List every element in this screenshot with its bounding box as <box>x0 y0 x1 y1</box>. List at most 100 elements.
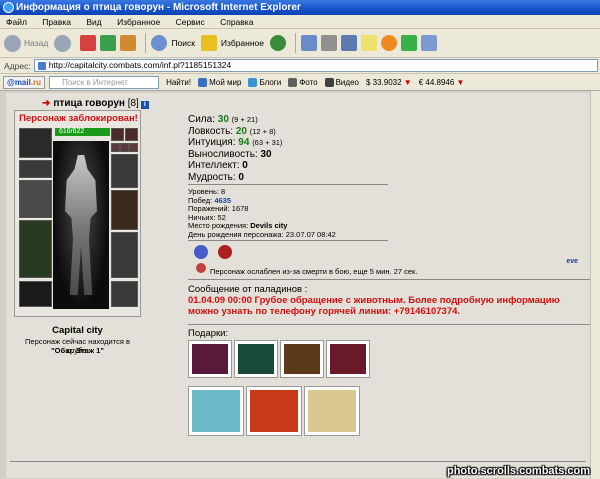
mailbar-item-photo[interactable]: Фото <box>288 77 318 87</box>
stop-icon[interactable] <box>80 35 97 51</box>
hp-bar: 616/622 <box>55 128 110 136</box>
down-arrow-icon: ▼ <box>456 77 465 87</box>
paladin-message: 01.04.09 00:00 Грубое обращение с животн… <box>188 295 560 317</box>
menu-edit[interactable]: Правка <box>42 17 71 27</box>
blocked-notice: Персонаж заблокирован! <box>19 113 138 124</box>
weakness-icon <box>196 263 206 273</box>
divider <box>10 461 586 462</box>
shield-slot[interactable] <box>111 190 138 230</box>
divider <box>188 240 388 241</box>
address-label: Адрес: <box>4 60 31 71</box>
character-page: ➜ птица говорун [8] i Персонаж заблокирова… <box>6 93 592 478</box>
star-icon <box>200 35 217 51</box>
at-icon[interactable] <box>381 35 397 51</box>
toolbar-separator <box>295 33 296 53</box>
divider <box>188 324 592 325</box>
search-button[interactable]: Поиск <box>151 35 195 51</box>
private-arrow-icon[interactable]: ➜ <box>42 98 50 109</box>
character-info: Уровень: 8 Побед: 4635 Поражений: 1678 Н… <box>188 187 336 239</box>
gift-image <box>284 344 320 374</box>
boots-slot[interactable] <box>111 281 138 307</box>
side-text: eve <box>566 258 578 265</box>
history-icon[interactable] <box>270 35 286 51</box>
favorites-button[interactable]: Избранное <box>200 35 264 51</box>
mailbar-item-mymir[interactable]: Мой мир <box>198 77 241 87</box>
mail-icon[interactable] <box>301 35 317 51</box>
gift-image <box>192 344 228 374</box>
amulet-slot[interactable] <box>125 128 138 141</box>
search-icon <box>151 35 168 51</box>
address-bar: Адрес: http://capitalcity.combats.com/in… <box>0 58 600 74</box>
city-name: Capital city <box>52 325 103 336</box>
armor-slot[interactable] <box>19 220 52 278</box>
refresh-icon[interactable] <box>100 35 117 51</box>
gift-image <box>330 344 366 374</box>
note-icon[interactable] <box>361 35 377 51</box>
back-button[interactable]: Назад <box>4 34 48 52</box>
search-label: Поиск <box>171 38 195 48</box>
menu-favorites[interactable]: Избранное <box>117 17 160 27</box>
watermark: photo.scrolls.combats.com <box>446 465 590 477</box>
ie-icon <box>3 2 14 13</box>
ring-slot[interactable] <box>111 143 120 152</box>
gifts-header: Подарки: <box>188 328 229 339</box>
clan-emblem-icon[interactable] <box>194 245 208 259</box>
gift-item[interactable] <box>280 340 324 378</box>
video-icon <box>324 77 334 87</box>
gift-item[interactable] <box>234 340 278 378</box>
menu-help[interactable]: Справка <box>220 17 253 27</box>
gift-item[interactable] <box>246 386 302 436</box>
tool-icon[interactable] <box>421 35 437 51</box>
mymir-icon <box>198 77 208 87</box>
bracer-slot[interactable] <box>19 160 52 178</box>
mailru-search-input[interactable]: Поиск в Интернет <box>49 75 160 89</box>
gift-image <box>308 390 356 432</box>
mailbar-item-video[interactable]: Видео <box>324 77 359 87</box>
mailru-logo[interactable]: @mail.ru <box>3 75 46 89</box>
gift-item[interactable] <box>188 340 232 378</box>
mailbar-item-blogs[interactable]: Блоги <box>248 77 281 87</box>
gift-item[interactable] <box>326 340 370 378</box>
earrings-slot[interactable] <box>111 128 124 141</box>
page-content: ➜ птица говорун [8] i Персонаж заблокирова… <box>0 91 600 479</box>
stat-endurance: Выносливость: 30 <box>188 148 272 160</box>
gloves-slot[interactable] <box>111 154 138 188</box>
character-level: [8] <box>127 98 139 109</box>
gift-image <box>192 390 240 432</box>
stat-intuition: Интуиция: 94 (63 + 31) <box>188 137 283 148</box>
character-figure <box>53 141 109 309</box>
stats-list: Сила: 30 (9 + 21) Ловкость: 20 (12 + 8) … <box>188 114 282 183</box>
find-button[interactable]: Найти! <box>166 78 191 87</box>
ring-slot[interactable] <box>129 143 138 152</box>
menu-file[interactable]: Файл <box>6 17 27 27</box>
gift-image <box>238 344 274 374</box>
home-icon[interactable] <box>120 35 137 51</box>
info-birthday: День рождения персонажа: 23.07.07 08:42 <box>188 229 336 239</box>
photo-icon <box>288 77 298 87</box>
gift-item[interactable] <box>304 386 360 436</box>
print-icon[interactable] <box>321 35 337 51</box>
ring-slot[interactable] <box>120 143 129 152</box>
helmet-slot[interactable] <box>19 128 52 158</box>
eur-rate: € 44.8946 ▼ <box>418 77 465 87</box>
info-icon[interactable]: i <box>140 101 149 109</box>
favorites-label: Избранное <box>220 38 264 48</box>
messenger-icon[interactable] <box>401 35 417 51</box>
weapon-slot[interactable] <box>19 180 52 218</box>
mailru-toolbar: @mail.ru Поиск в Интернет Найти! Мой мир… <box>0 74 600 91</box>
alignment-icon[interactable] <box>218 245 232 259</box>
forward-button[interactable] <box>54 34 74 52</box>
window-titlebar: Информация о птица говорун - Microsoft I… <box>0 0 600 15</box>
address-input[interactable]: http://capitalcity.combats.com/inf.pl?11… <box>33 59 598 72</box>
vertical-scrollbar[interactable] <box>590 91 600 479</box>
character-panel: Персонаж заблокирован! 616/622 <box>14 110 141 317</box>
leggings-slot[interactable] <box>111 232 138 278</box>
usd-rate: $ 33.9032 ▼ <box>365 77 412 87</box>
menu-tools[interactable]: Сервис <box>176 17 205 27</box>
menu-view[interactable]: Вид <box>86 17 101 27</box>
down-arrow-icon: ▼ <box>403 77 412 87</box>
edit-icon[interactable] <box>341 35 357 51</box>
window-title: Информация о птица говорун - Microsoft I… <box>16 2 301 13</box>
belt-slot[interactable] <box>19 281 52 307</box>
gift-item[interactable] <box>188 386 244 436</box>
